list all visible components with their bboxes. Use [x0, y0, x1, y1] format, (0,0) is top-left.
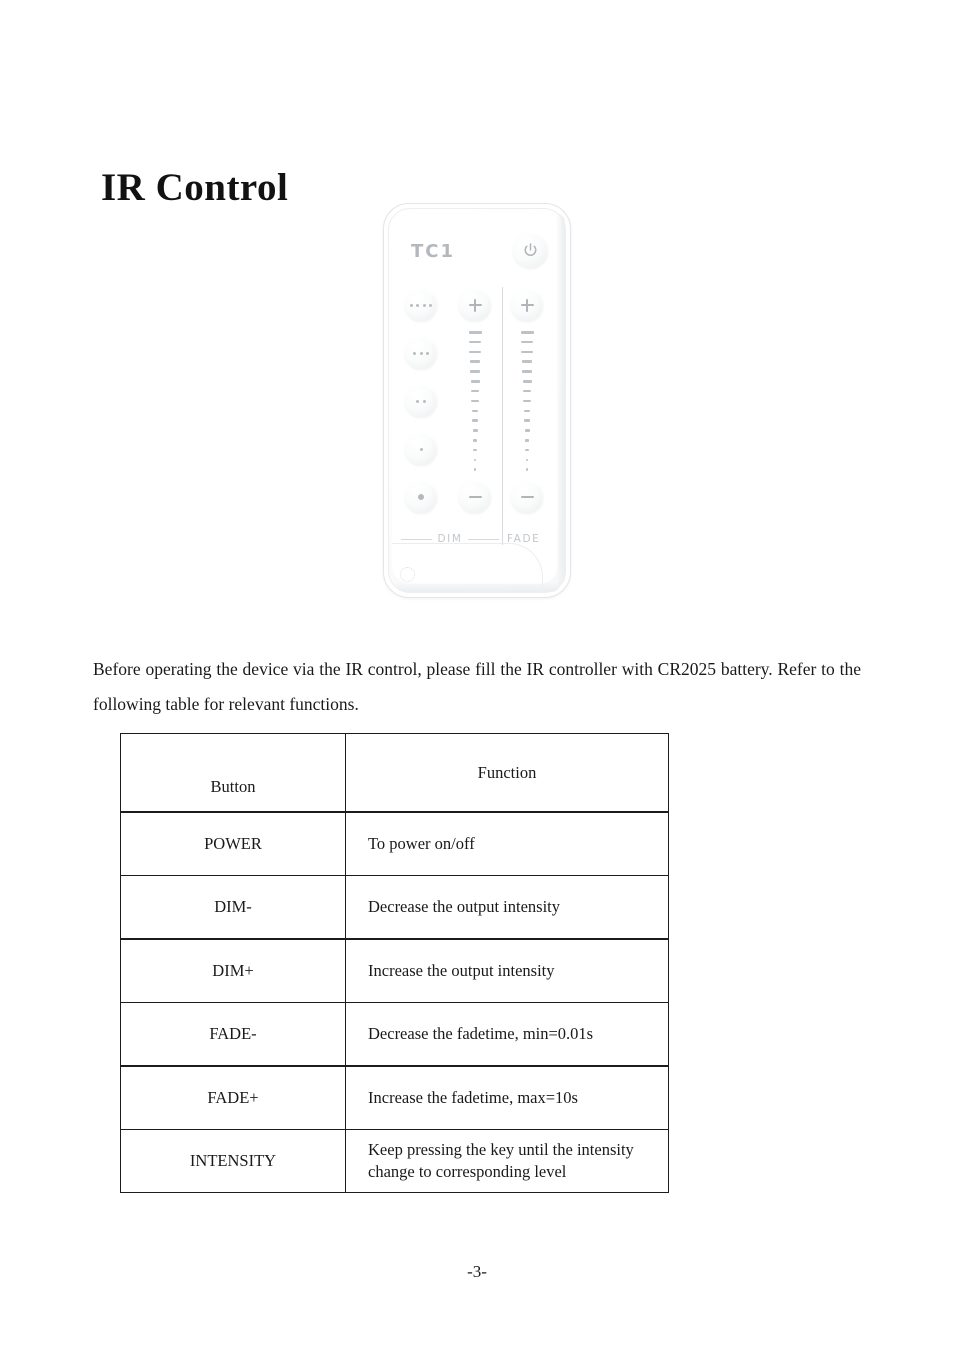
dim-scale-marks [459, 331, 491, 471]
intensity-level-1-button[interactable] [405, 433, 437, 465]
table-header-row: Button Function [120, 733, 669, 813]
minus-icon [520, 491, 534, 504]
cell-function-desc: Increase the fadetime, max=10s [345, 1065, 669, 1130]
table-row: FADE+ Increase the fadetime, max=10s [120, 1065, 669, 1130]
table-row: POWER To power on/off [120, 811, 669, 876]
cell-function-desc: Decrease the output intensity [345, 875, 669, 940]
dim-section-label: DIM [401, 533, 500, 545]
table-row: DIM+ Increase the output intensity [120, 938, 669, 1003]
cell-button-name: FADE+ [120, 1065, 346, 1130]
ir-remote-illustration: TC1 DIM FADE [383, 203, 571, 598]
cell-function-desc: Increase the output intensity [345, 938, 669, 1003]
filled-dot-icon [417, 493, 425, 501]
fade-scale-marks [511, 331, 543, 471]
page-number: -3- [467, 1262, 487, 1281]
table-header-button: Button [120, 733, 346, 813]
intensity-level-3-button[interactable] [405, 337, 437, 369]
battery-screw-icon [400, 567, 415, 582]
cell-button-name: FADE- [120, 1002, 346, 1067]
fade-plus-button[interactable] [511, 289, 543, 321]
button-function-table: Button Function POWER To power on/off DI… [120, 733, 669, 1193]
fade-section-label: FADE [507, 533, 541, 545]
table-row: FADE- Decrease the fadetime, min=0.01s [120, 1002, 669, 1067]
table-header-function: Function [345, 733, 669, 813]
label-rule-left [401, 538, 433, 540]
column-divider [502, 287, 504, 545]
intensity-level-2-button[interactable] [405, 385, 437, 417]
cell-button-name: DIM- [120, 875, 346, 940]
remote-bottom-labels: DIM FADE [401, 533, 553, 549]
intensity-level-off-button[interactable] [405, 481, 437, 513]
cell-function-desc: To power on/off [345, 811, 669, 876]
cell-button-name: POWER [120, 811, 346, 876]
cell-function-desc: Decrease the fadetime, min=0.01s [345, 1002, 669, 1067]
remote-brand-label: TC1 [411, 241, 456, 262]
table-row: DIM- Decrease the output intensity [120, 875, 669, 940]
minus-icon [468, 491, 482, 504]
dim-label-text: DIM [437, 533, 463, 545]
plus-icon [468, 298, 482, 312]
remote-power-button[interactable] [513, 233, 548, 268]
intensity-level-4-button[interactable] [405, 289, 437, 321]
two-dots-icon [416, 399, 426, 403]
cell-button-name: DIM+ [120, 938, 346, 1003]
label-rule-right [467, 538, 500, 540]
fade-minus-button[interactable] [511, 481, 543, 513]
four-dots-icon [410, 303, 432, 307]
page-title: IR Control [101, 166, 289, 210]
power-icon [524, 243, 537, 256]
battery-cover-panel [392, 543, 543, 586]
remote-right-shading [556, 213, 565, 586]
table-row: INTENSITY Keep pressing the key until th… [120, 1129, 669, 1193]
three-dots-icon [413, 351, 429, 355]
dim-plus-button[interactable] [459, 289, 491, 321]
dim-minus-button[interactable] [459, 481, 491, 513]
one-dot-icon [419, 447, 423, 451]
cell-button-name: INTENSITY [120, 1129, 346, 1193]
intro-paragraph: Before operating the device via the IR c… [93, 658, 861, 714]
cell-function-desc: Keep pressing the key until the intensit… [345, 1129, 669, 1193]
plus-icon [520, 298, 534, 312]
document-page: IR Control TC1 DIM FADE Before operating… [0, 0, 954, 1350]
